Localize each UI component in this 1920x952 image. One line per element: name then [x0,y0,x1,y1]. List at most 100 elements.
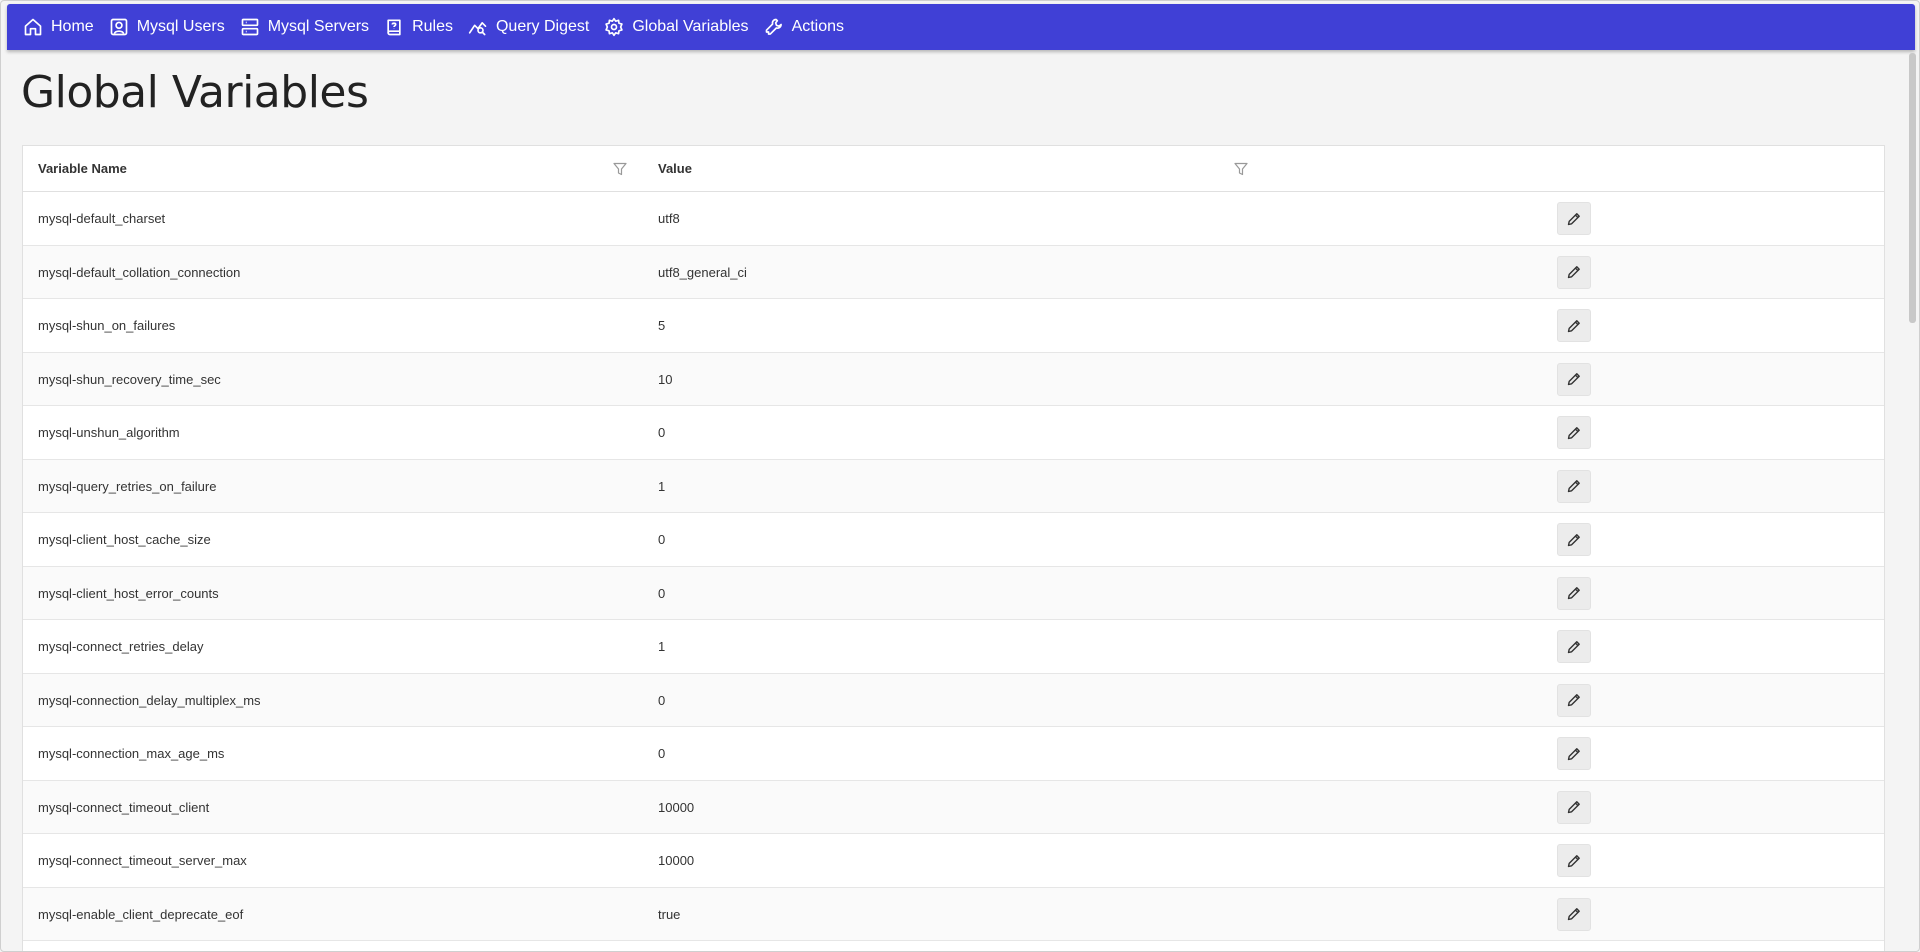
pencil-icon [1567,694,1580,707]
table-row: mysql-shun_recovery_time_sec 10 [23,352,1884,406]
nav-mysql-servers[interactable]: Mysql Servers [234,4,378,50]
edit-button[interactable] [1557,309,1591,342]
variable-value-cell: 0 [658,692,666,708]
scrollbar-thumb[interactable] [1909,53,1916,323]
variable-value-cell: 5 [658,318,666,333]
servers-icon [241,18,259,36]
home-icon [24,18,42,36]
edit-button[interactable] [1557,416,1591,449]
variable-name-cell: mysql-enable_client_deprecate_eof [38,906,244,922]
edit-button[interactable] [1557,362,1591,396]
variable-value-cell: 0 [658,746,666,761]
table-row: mysql-client_host_cache_size 0 [23,513,1884,567]
variable-name-cell: mysql-connect_timeout_server_max [38,853,247,868]
variable-name-cell: mysql-shun_recovery_time_sec [38,371,221,387]
pencil-icon [1567,266,1580,279]
nav-actions-label: Actions [791,18,845,35]
variable-name-cell: mysql-connect_timeout_client [38,799,210,815]
edit-button[interactable] [1557,630,1591,663]
variable-name-cell: mysql-shun_on_failures [38,318,176,333]
variable-value-cell: 10000 [658,853,695,868]
edit-button[interactable] [1557,737,1591,770]
variable-value-cell: 10000 [658,799,695,815]
nav-global-variables[interactable]: Global Variables [598,4,757,50]
chart-icon [468,22,487,36]
user-icon [110,18,128,36]
nav-global-variables-label: Global Variables [632,18,749,35]
edit-button[interactable] [1557,469,1591,503]
app-window: Home Mysql Users Mysql Servers Rules Que… [0,0,1920,952]
variable-name-cell: mysql-query_retries_on_failure [38,478,217,494]
table-row: mysql-connect_timeout_client 10000 [23,780,1884,834]
rules-icon [387,19,401,36]
table-header: Variable Name Value [23,146,1884,192]
table-body: mysql-default_charset utf8 mysql-default_c… [23,192,1884,941]
variable-value-cell: utf8 [658,211,680,226]
pencil-icon [1567,747,1580,760]
edit-button[interactable] [1557,523,1591,556]
gear-icon [605,17,624,37]
filter-icon[interactable] [612,161,628,177]
variable-value-cell: utf8_general_ci [658,264,747,280]
variable-name-cell: mysql-connection_delay_multiplex_ms [38,692,261,708]
pencil-icon [1567,426,1580,439]
table-row: mysql-connect_retries_delay 1 [23,620,1884,674]
variable-name-cell: mysql-client_host_error_counts [38,585,219,601]
pencil-icon [1567,480,1580,493]
variable-name-cell: mysql-default_collation_connection [38,264,241,280]
variables-table: Variable Name Value mysql-default_charse… [22,145,1885,951]
variable-value-cell: 0 [658,532,666,547]
nav-query-digest[interactable]: Query Digest [462,4,598,50]
filter-icon[interactable] [1233,161,1249,177]
pencil-icon [1567,854,1580,867]
top-navbar: Home Mysql Users Mysql Servers Rules Que… [7,4,1915,50]
table-row: mysql-shun_on_failures 5 [23,299,1884,353]
table-row: mysql-enable_client_deprecate_eof true [23,887,1884,941]
edit-button[interactable] [1557,683,1591,717]
edit-button[interactable] [1557,255,1591,289]
variable-value-cell: 1 [658,639,666,654]
table-row: mysql-client_host_error_counts 0 [23,566,1884,620]
nav-rules[interactable]: Rules [378,4,462,50]
edit-button[interactable] [1557,576,1591,610]
column-header-value: Value [658,161,692,176]
variable-value-cell: 1 [658,478,666,494]
variable-name-cell: mysql-connect_retries_delay [38,639,204,654]
pencil-icon [1567,801,1580,814]
variable-name-cell: mysql-connection_max_age_ms [38,746,225,761]
variable-value-cell: 0 [658,425,666,440]
table-row: mysql-default_charset utf8 [23,192,1884,246]
variable-value-cell: true [658,906,681,922]
nav-query-digest-label: Query Digest [495,18,590,35]
pencil-icon [1567,640,1580,653]
nav-mysql-users[interactable]: Mysql Users [103,4,234,50]
pencil-icon [1567,587,1580,600]
pencil-icon [1567,908,1580,921]
table-row: mysql-connection_delay_multiplex_ms 0 [23,673,1884,727]
variable-value-cell: 10 [658,371,673,387]
table-row: mysql-default_collation_connection utf8_g… [23,245,1884,299]
pencil-icon [1567,533,1580,546]
edit-button[interactable] [1557,202,1591,235]
edit-button[interactable] [1557,897,1591,931]
nav-mysql-servers-label: Mysql Servers [267,18,370,35]
variable-name-cell: mysql-unshun_algorithm [38,425,180,440]
edit-button[interactable] [1557,844,1591,877]
page-title: Global Variables [21,67,369,118]
table-row: mysql-connection_max_age_ms 0 [23,727,1884,781]
column-header-variable-name: Variable Name [38,161,127,176]
table-row: mysql-query_retries_on_failure 1 [23,459,1884,513]
nav-mysql-users-label: Mysql Users [136,18,225,35]
nav-rules-label: Rules [412,18,453,35]
wrench-icon [765,18,782,35]
table-row: mysql-connect_timeout_server_max 10000 [23,834,1884,888]
nav-actions[interactable]: Actions [758,4,853,50]
pencil-icon [1567,319,1580,332]
pencil-icon [1567,373,1580,386]
edit-button[interactable] [1557,790,1591,824]
pencil-icon [1567,212,1580,225]
nav-home-label: Home [51,18,94,35]
variable-name-cell: mysql-default_charset [38,211,166,226]
variable-value-cell: 0 [658,585,666,601]
nav-home[interactable]: Home [17,4,103,50]
